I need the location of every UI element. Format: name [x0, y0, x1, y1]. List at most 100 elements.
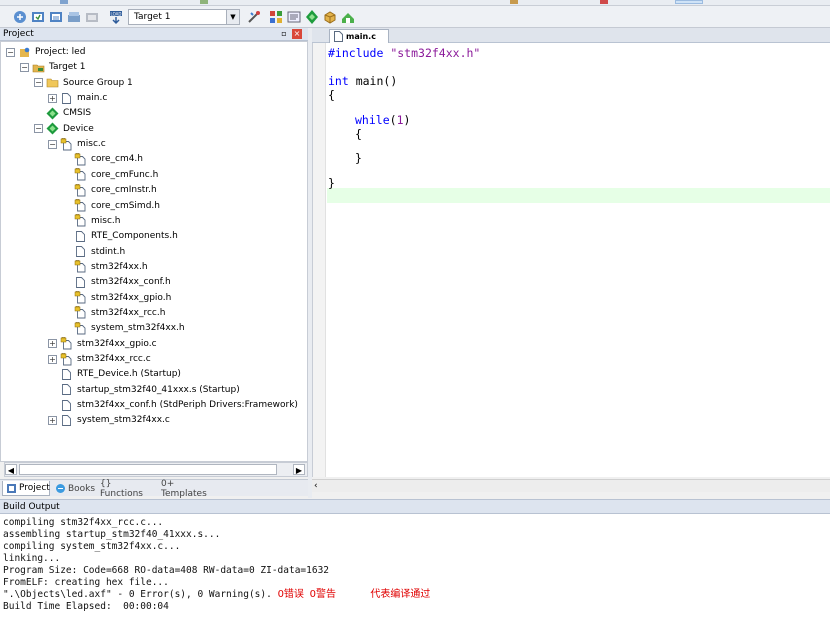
svg-text:LOAD: LOAD — [111, 11, 122, 16]
expand-icon[interactable]: + — [48, 93, 57, 103]
current-line-highlight — [327, 188, 830, 203]
tree-item[interactable]: − Target 1 — [20, 60, 85, 74]
pack-installer-icon[interactable] — [322, 9, 338, 25]
rebuild-icon[interactable] — [48, 9, 64, 25]
tree-item-label: Device — [63, 123, 94, 134]
tree-item[interactable]: stdint.h — [62, 245, 125, 259]
target-select[interactable]: Target 1 ▼ — [128, 9, 240, 25]
tab-books[interactable]: Books — [52, 481, 95, 496]
file-icon — [60, 414, 73, 427]
collapse-icon[interactable]: − — [34, 124, 43, 134]
tree-item[interactable]: stm32f4xx_gpio.h — [62, 291, 171, 305]
tree-item-label: CMSIS — [63, 108, 92, 119]
tree-item[interactable]: − misc.c — [48, 137, 106, 151]
tree-item-label: Target 1 — [49, 62, 86, 73]
tree-item[interactable]: stm32f4xx.h — [62, 260, 148, 274]
tree-item[interactable]: core_cmInstr.h — [62, 183, 157, 197]
diamond-icon — [46, 122, 59, 135]
toolbar-fragment — [675, 0, 703, 4]
locked-file-icon — [74, 168, 87, 181]
build-line: Build Time Elapsed: 00:00:04 — [3, 601, 169, 612]
tree-item[interactable]: − Source Group 1 — [34, 76, 133, 90]
rte-manage-icon[interactable] — [304, 9, 320, 25]
code-line-4[interactable]: { — [328, 88, 335, 103]
code-text: { — [355, 127, 362, 141]
pin-icon[interactable]: ▫ — [279, 29, 289, 39]
tree-item[interactable]: core_cmSimd.h — [62, 199, 160, 213]
scroll-thumb[interactable] — [19, 464, 277, 475]
tree-item[interactable]: misc.h — [62, 214, 120, 228]
build-output-pane[interactable]: compiling stm32f4xx_rcc.c... assembling … — [0, 514, 830, 625]
collapse-icon[interactable]: − — [48, 139, 57, 149]
expand-icon[interactable]: + — [48, 339, 57, 349]
tree-item-label: startup_stm32f40_41xxx.s (Startup) — [77, 384, 240, 395]
build-line: FromELF: creating hex file... — [3, 577, 169, 588]
tree-item[interactable]: + system_stm32f4xx.c — [48, 413, 170, 427]
collapse-icon[interactable]: − — [20, 62, 29, 72]
file-icon — [74, 276, 87, 289]
expand-icon[interactable]: + — [48, 415, 57, 425]
tree-item[interactable]: + main.c — [48, 91, 107, 105]
tree-item-label: core_cm4.h — [91, 154, 144, 165]
code-line-11[interactable]: } — [328, 176, 335, 191]
tree-item[interactable]: stm32f4xx_conf.h — [62, 275, 171, 289]
chevron-down-icon[interactable]: ▼ — [226, 10, 239, 24]
folder-icon — [46, 76, 59, 89]
tree-item[interactable]: RTE_Components.h — [62, 229, 178, 243]
tab-functions[interactable]: {} Functions — [97, 479, 155, 499]
build-output-title: Build Output — [3, 502, 60, 512]
file-extensions-icon[interactable] — [286, 9, 302, 25]
scroll-right-icon[interactable]: ▶ — [293, 464, 305, 475]
code-text: } — [355, 151, 362, 165]
target-options-icon[interactable] — [246, 9, 262, 25]
project-tree-scrollbar[interactable]: ◀ ▶ — [4, 462, 308, 477]
tree-item[interactable]: core_cmFunc.h — [62, 168, 158, 182]
tree-item[interactable]: core_cm4.h — [62, 152, 143, 166]
collapse-icon[interactable]: − — [6, 47, 15, 57]
build-toolbar: LOAD Target 1 ▼ — [0, 6, 830, 28]
code-text: main() — [348, 74, 398, 88]
tab-main-c[interactable]: main.c — [329, 29, 389, 43]
tree-item[interactable]: system_stm32f4xx.h — [62, 321, 185, 335]
code-line-1[interactable]: #include "stm32f4xx.h" — [328, 46, 480, 61]
close-icon[interactable]: × — [292, 29, 302, 39]
expand-icon[interactable]: + — [48, 354, 57, 364]
tree-item[interactable]: stm32f4xx_rcc.h — [62, 306, 165, 320]
tree-item[interactable]: startup_stm32f40_41xxx.s (Startup) — [48, 383, 240, 397]
code-line-3[interactable]: int main() — [328, 74, 397, 89]
scroll-left-icon[interactable]: ◀ — [5, 464, 17, 475]
tab-templates[interactable]: 0+ Templates — [158, 479, 218, 499]
translate-icon[interactable] — [12, 9, 28, 25]
locked-file-icon — [74, 321, 87, 335]
tree-item[interactable]: + stm32f4xx_rcc.c — [48, 352, 151, 366]
download-icon[interactable]: LOAD — [108, 9, 124, 25]
build-icon[interactable] — [30, 9, 46, 25]
tree-item[interactable]: RTE_Device.h (Startup) — [48, 367, 181, 381]
file-icon — [74, 230, 87, 243]
code-line-9[interactable]: } — [355, 151, 362, 166]
code-line-7[interactable]: { — [355, 127, 362, 142]
manage-project-items-icon[interactable] — [268, 9, 284, 25]
tab-project[interactable]: Project — [2, 481, 50, 496]
target-icon — [32, 61, 45, 74]
batch-build-icon[interactable] — [66, 9, 82, 25]
editor-tab-bar: main.c — [312, 28, 830, 43]
tree-item[interactable]: − Project: led — [6, 45, 85, 59]
editor-horizontal-scrollbar[interactable]: ‹ — [312, 479, 830, 492]
tree-item[interactable]: − Device — [34, 122, 94, 136]
annotation-errors: 0错误 — [277, 589, 304, 600]
tree-item-label: core_cmSimd.h — [91, 200, 160, 211]
tree-item-label: Source Group 1 — [63, 77, 133, 88]
locked-file-icon — [60, 137, 73, 151]
code-line-6[interactable]: while(1) — [355, 113, 410, 128]
scroll-left-icon[interactable]: ‹ — [314, 480, 324, 492]
code-editor[interactable]: #include "stm32f4xx.h" int main() { whil… — [312, 43, 830, 477]
tree-item[interactable]: + stm32f4xx_gpio.c — [48, 337, 157, 351]
select-software-packs-icon[interactable] — [340, 9, 356, 25]
tree-item[interactable]: stm32f4xx_conf.h (StdPeriph Drivers:Fram… — [48, 398, 298, 412]
stop-build-icon[interactable] — [84, 9, 100, 25]
code-number: 1 — [396, 113, 404, 127]
tree-item[interactable]: CMSIS — [34, 106, 91, 120]
tab-label: Project — [19, 483, 50, 493]
collapse-icon[interactable]: − — [34, 78, 43, 88]
